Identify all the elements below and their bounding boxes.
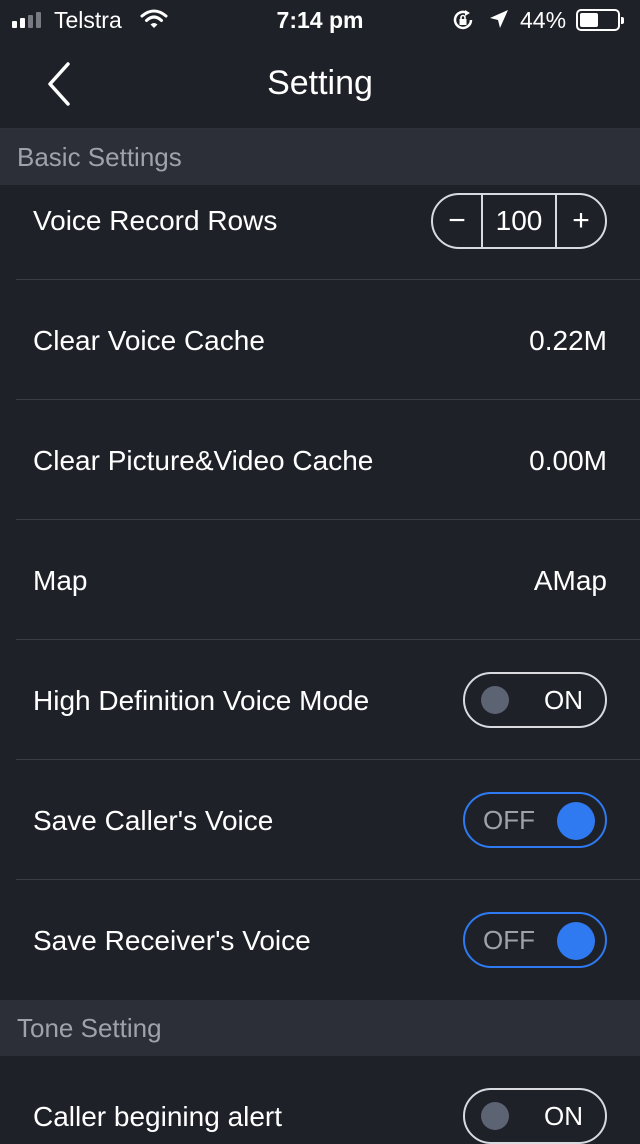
row-label: Save Caller's Voice — [33, 805, 274, 836]
status-bar: Telstra 7:14 pm 44% — [0, 0, 640, 40]
battery-percent: 44% — [520, 7, 567, 33]
row-clear-voice-cache[interactable]: Clear Voice Cache 0.22M — [0, 280, 640, 400]
row-save-receivers-voice: Save Receiver's Voice OFF — [0, 880, 640, 1000]
row-label: Voice Record Rows — [33, 205, 278, 236]
voice-cache-size: 0.22M — [529, 325, 607, 356]
row-label: Save Receiver's Voice — [33, 925, 311, 956]
toggle-state: OFF — [483, 805, 535, 835]
row-save-callers-voice: Save Caller's Voice OFF — [0, 760, 640, 880]
row-label: Clear Voice Cache — [33, 325, 265, 356]
toggle-knob — [481, 1102, 509, 1130]
section-header-tone-setting: Tone Setting — [0, 1000, 640, 1056]
toggle-state: ON — [544, 1101, 583, 1131]
page-title: Setting — [267, 64, 373, 102]
row-map[interactable]: Map AMap — [0, 520, 640, 640]
rotation-lock-icon — [451, 8, 475, 38]
row-caller-begining-alert: Caller begining alert ON — [0, 1056, 640, 1144]
battery-icon — [576, 9, 624, 31]
row-label: Clear Picture&Video Cache — [33, 445, 374, 476]
row-clear-picture-video-cache[interactable]: Clear Picture&Video Cache 0.00M — [0, 400, 640, 520]
toggle-knob — [557, 922, 595, 960]
save-receivers-voice-toggle[interactable]: OFF — [463, 912, 607, 968]
row-label: Caller begining alert — [33, 1101, 283, 1132]
row-label: High Definition Voice Mode — [33, 685, 370, 716]
row-high-definition-voice-mode: High Definition Voice Mode ON — [0, 640, 640, 760]
plus-button[interactable]: + — [557, 204, 605, 238]
save-callers-voice-toggle[interactable]: OFF — [463, 792, 607, 848]
section-header-basic-settings: Basic Settings — [0, 129, 640, 185]
nav-bar: Setting — [0, 40, 640, 129]
voice-record-rows-stepper: − 100 + — [431, 193, 607, 249]
row-voice-record-rows: Voice Record Rows − 100 + — [0, 185, 640, 280]
minus-button[interactable]: − — [433, 204, 481, 238]
toggle-state: ON — [544, 685, 583, 715]
location-arrow-icon — [488, 8, 510, 36]
toggle-state: OFF — [483, 925, 535, 955]
stepper-value[interactable]: 100 — [481, 195, 557, 247]
picture-video-cache-size: 0.00M — [529, 445, 607, 476]
row-label: Map — [33, 565, 88, 596]
hd-voice-mode-toggle[interactable]: ON — [463, 672, 607, 728]
map-provider-value: AMap — [533, 565, 607, 596]
toggle-knob — [557, 802, 595, 840]
toggle-knob — [481, 686, 509, 714]
